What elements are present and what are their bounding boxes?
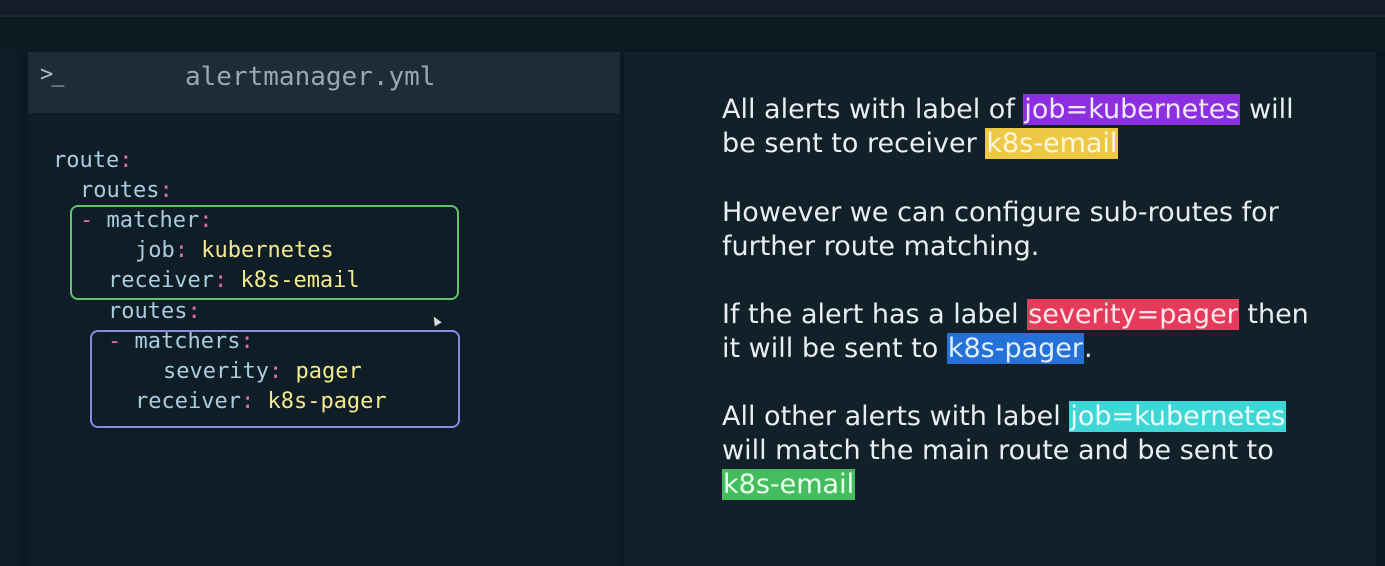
text-span: will match the main route and be sent to bbox=[722, 435, 1274, 466]
right-edge bbox=[1376, 52, 1385, 566]
code-line: routes: bbox=[108, 297, 201, 327]
yaml-key: route bbox=[53, 148, 120, 173]
text-span: However we can configure sub-routes for bbox=[722, 197, 1279, 228]
text-span: then bbox=[1238, 299, 1309, 330]
highlight-job-kubernetes: job=kubernetes bbox=[1023, 94, 1241, 125]
text-span: be sent to receiver bbox=[722, 128, 986, 159]
top-band bbox=[0, 17, 1385, 49]
highlight-severity-pager: severity=pager bbox=[1027, 299, 1239, 330]
mouse-pointer-icon bbox=[430, 314, 442, 327]
yaml-colon: : bbox=[119, 148, 133, 173]
text-span: All other alerts with label bbox=[722, 401, 1070, 432]
code-editor-panel: >_ alertmanager.yml route: routes: - mat… bbox=[28, 52, 620, 566]
text-span: All alerts with label of bbox=[722, 94, 1024, 125]
code-block: route: routes: - matcher: job: kubernete… bbox=[28, 52, 620, 566]
code-line: route: bbox=[53, 146, 132, 176]
main-route-highlight-box bbox=[70, 205, 459, 300]
code-line: routes: bbox=[80, 176, 173, 206]
highlight-k8s-pager: k8s-pager bbox=[946, 333, 1084, 364]
left-edge bbox=[0, 49, 22, 566]
text-span: If the alert has a label bbox=[722, 299, 1028, 330]
sub-route-highlight-box bbox=[90, 330, 460, 428]
yaml-key: routes bbox=[80, 178, 160, 203]
highlight-k8s-email-2: k8s-email bbox=[722, 469, 856, 500]
explanation-paragraph-3: If the alert has a label severity=pager … bbox=[722, 298, 1309, 366]
explanation-paragraph-2: However we can configure sub-routes for … bbox=[722, 196, 1279, 264]
text-span: further route matching. bbox=[722, 231, 1040, 262]
explanation-paragraph-1: All alerts with label of job=kubernetes … bbox=[722, 93, 1294, 161]
text-span: will bbox=[1240, 94, 1294, 125]
top-window-strip bbox=[0, 0, 1385, 17]
yaml-colon: : bbox=[187, 299, 201, 324]
text-span: it will be sent to bbox=[722, 333, 947, 364]
text-span: . bbox=[1084, 333, 1093, 364]
explanation-paragraph-4: All other alerts with label job=kubernet… bbox=[722, 400, 1287, 502]
yaml-colon: : bbox=[159, 178, 173, 203]
highlight-k8s-email: k8s-email bbox=[985, 128, 1119, 159]
highlight-job-kubernetes-2: job=kubernetes bbox=[1069, 401, 1287, 432]
yaml-key: routes bbox=[108, 299, 188, 324]
